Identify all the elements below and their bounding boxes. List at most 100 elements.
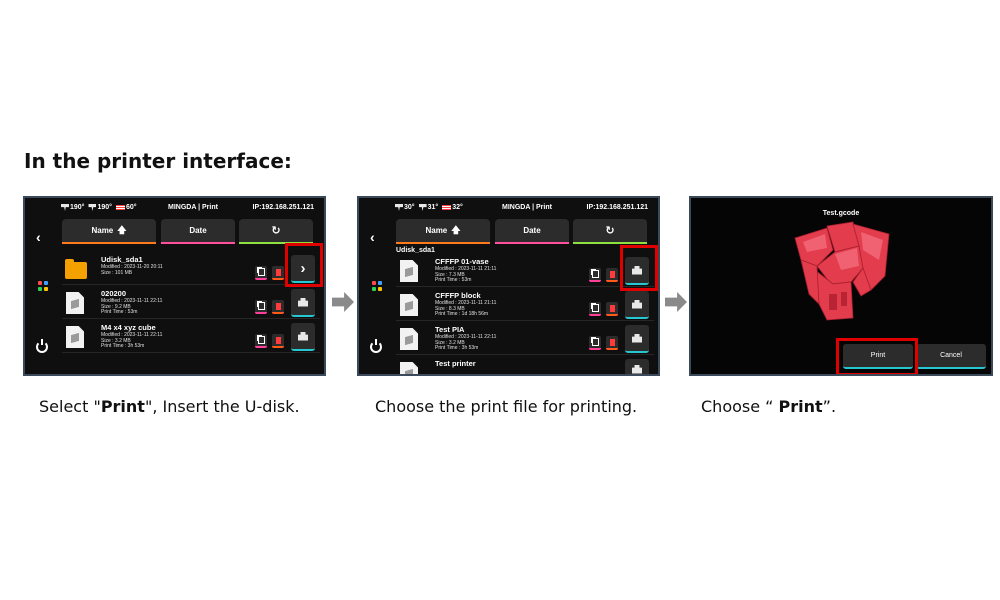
caption-step-3: Choose “ Print”. — [701, 397, 836, 416]
file-row[interactable]: CFFFP block Modified : 2023-11-11 21:11 … — [396, 289, 654, 321]
gcode-file-icon — [400, 362, 418, 374]
model-preview — [794, 221, 890, 321]
file-meta: Modified : 2023-11-11 22:11 Size : 9.2 M… — [101, 298, 162, 316]
file-size: Size : 101 MB — [101, 269, 133, 276]
thermometer-icon — [395, 204, 403, 211]
nozzle1-temp: 30° — [404, 204, 415, 211]
screen-title: MINGDA | Print — [502, 204, 552, 211]
refresh-button[interactable]: ↻ — [239, 219, 313, 244]
ip-address: IP:192.168.251.121 — [252, 204, 315, 211]
highlight-box — [285, 243, 323, 287]
refresh-icon: ↻ — [605, 225, 615, 237]
file-print-time: Print Time : 53m — [101, 309, 138, 315]
print-icon — [632, 364, 642, 374]
file-name: CFFFP block — [435, 291, 481, 300]
gcode-file-icon — [66, 292, 84, 314]
copy-icon[interactable] — [255, 266, 267, 280]
copy-icon[interactable] — [255, 300, 267, 314]
caption-step-2: Choose the print file for printing. — [375, 397, 637, 416]
delete-icon[interactable] — [606, 268, 618, 282]
status-bar: 30° 31° 32° MINGDA | Print IP:192.168.25… — [359, 204, 658, 216]
printer-screen-file-root: 190° 190° 60° MINGDA | Print IP:192.168.… — [23, 196, 326, 376]
caption-text: ”. — [822, 397, 837, 416]
file-row[interactable]: Test printer — [396, 357, 654, 374]
file-meta: Modified : 2023-11-11 22:11 Size : 3.2 M… — [101, 332, 162, 350]
caption-emphasis: Print — [100, 397, 145, 416]
bed-temp: 32° — [452, 204, 463, 211]
caption-text: Choose the print file for printing. — [375, 397, 638, 416]
bed-icon — [442, 205, 452, 210]
cancel-button[interactable]: Cancel — [916, 344, 986, 369]
print-icon — [632, 333, 642, 343]
delete-icon[interactable] — [606, 336, 618, 350]
tab-sort-name-label: Name — [91, 226, 114, 235]
ip-address: IP:192.168.251.121 — [586, 204, 649, 211]
file-row[interactable]: Test PIA Modified : 2023-11-11 22:11 Siz… — [396, 323, 654, 355]
back-icon[interactable]: ‹ — [370, 230, 382, 244]
gcode-file-icon — [400, 260, 418, 282]
tab-sort-date-label: Date — [189, 226, 207, 235]
print-file-button[interactable] — [625, 325, 649, 353]
file-meta: Modified : 2023-11-11 21:11 Size : 7.3 M… — [435, 266, 496, 284]
print-file-button[interactable] — [625, 359, 649, 374]
apps-icon[interactable] — [38, 281, 48, 291]
file-meta: Modified : 2023-11-20 20:11 Size : 101 M… — [101, 264, 163, 276]
refresh-button[interactable]: ↻ — [573, 219, 647, 244]
nozzle2-temp: 31° — [427, 204, 439, 211]
print-file-button[interactable] — [291, 289, 315, 317]
file-row[interactable]: 020200 Modified : 2023-11-11 22:11 Size … — [62, 287, 320, 319]
caption-text: Select " — [39, 397, 101, 416]
copy-icon[interactable] — [589, 302, 601, 316]
delete-icon[interactable] — [272, 334, 284, 348]
caption-text: ", Insert the U-disk. — [144, 397, 300, 416]
refresh-icon: ↻ — [271, 225, 281, 237]
file-row[interactable]: Udisk_sda1 Modified : 2023-11-20 20:11 S… — [62, 253, 320, 285]
print-icon — [632, 299, 642, 309]
power-icon[interactable] — [36, 339, 48, 353]
gcode-file-icon — [400, 294, 418, 316]
power-icon[interactable] — [370, 339, 382, 353]
file-row[interactable]: M4 x4 xyz cube Modified : 2023-11-11 22:… — [62, 321, 320, 353]
print-file-button[interactable] — [625, 291, 649, 319]
highlight-box — [620, 245, 658, 291]
file-print-time: Print Time : 3h 53m — [435, 345, 479, 351]
delete-icon[interactable] — [272, 266, 284, 280]
file-title: Test.gcode — [822, 210, 860, 217]
tab-sort-name[interactable]: Name 🡅 — [396, 219, 490, 244]
cancel-button-label: Cancel — [940, 352, 962, 359]
file-name: Udisk_sda1 — [101, 255, 143, 264]
flow-arrow-icon — [332, 292, 354, 312]
bed-icon — [115, 205, 125, 210]
file-name: Test PIA — [435, 325, 465, 334]
file-meta: Modified : 2023-11-11 22:11 Size : 3.2 M… — [435, 334, 496, 352]
print-file-button[interactable] — [291, 323, 315, 351]
screen-title: MINGDA | Print — [168, 204, 218, 211]
file-row[interactable]: CFFFP 01-vase Modified : 2023-11-11 21:1… — [396, 255, 654, 287]
copy-icon[interactable] — [255, 334, 267, 348]
bed-temp: 60° — [125, 204, 137, 211]
back-icon[interactable]: ‹ — [36, 230, 48, 244]
delete-icon[interactable] — [272, 300, 284, 314]
copy-icon[interactable] — [589, 268, 601, 282]
printer-screen-udisk: 30° 31° 32° MINGDA | Print IP:192.168.25… — [357, 196, 660, 376]
print-icon — [298, 331, 308, 341]
print-icon — [298, 297, 308, 307]
thermometer-icon — [88, 204, 97, 211]
tab-sort-name[interactable]: Name 🡅 — [62, 219, 156, 244]
copy-icon[interactable] — [589, 336, 601, 350]
sort-up-icon: 🡅 — [451, 224, 461, 235]
tab-sort-date[interactable]: Date — [495, 219, 569, 244]
file-name: Test printer — [435, 359, 476, 368]
highlight-box — [836, 338, 918, 374]
file-name: CFFFP 01-vase — [435, 257, 489, 266]
status-bar: 190° 190° 60° MINGDA | Print IP:192.168.… — [25, 204, 324, 216]
file-name: M4 x4 xyz cube — [101, 323, 156, 332]
folder-icon — [65, 259, 87, 279]
file-print-time: Print Time : 53m — [435, 277, 472, 283]
apps-icon[interactable] — [372, 281, 382, 291]
sort-up-icon: 🡅 — [117, 224, 127, 235]
file-print-time: Print Time : 3h 53m — [101, 343, 145, 349]
caption-emphasis: Print — [778, 397, 823, 416]
delete-icon[interactable] — [606, 302, 618, 316]
tab-sort-date[interactable]: Date — [161, 219, 235, 244]
